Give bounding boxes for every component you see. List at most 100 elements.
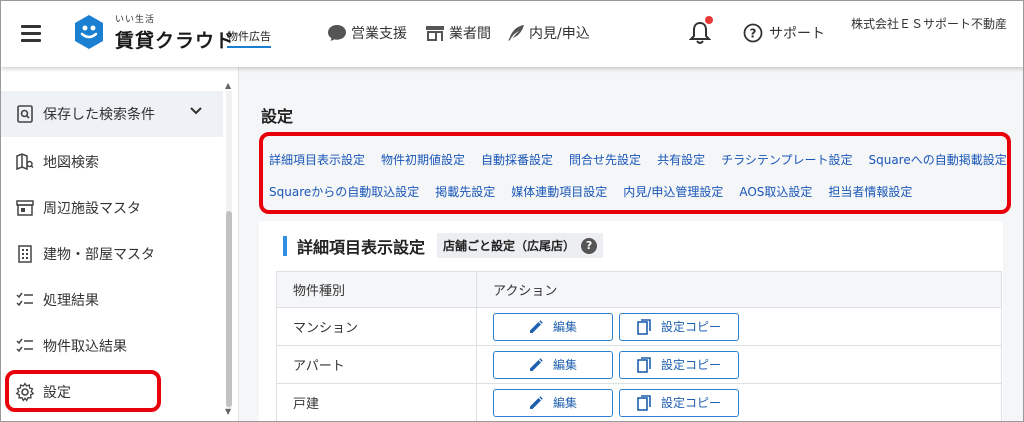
section-title: 詳細項目表示設定 (297, 237, 426, 257)
feather-pen-icon (508, 25, 524, 41)
link-square-auto-post[interactable]: Squareへの自動掲載設定 (868, 153, 1006, 167)
table-row: マンション 編集 設定コピー (276, 307, 1002, 346)
edit-label: 編集 (552, 358, 577, 372)
building-icon (15, 244, 35, 264)
link-listing-destination[interactable]: 掲載先設定 (435, 185, 495, 199)
link-media-sync-fields[interactable]: 媒体連動項目設定 (511, 185, 607, 199)
nav-label: 業者間 (449, 26, 491, 42)
help-circle-icon: ? (743, 23, 763, 43)
checklist-icon (15, 336, 35, 356)
nav-label: 内見/申込 (529, 26, 590, 42)
pencil-icon (529, 319, 543, 333)
copy-icon (637, 394, 651, 411)
chevron-down-icon[interactable] (189, 106, 203, 116)
sidebar-item-saved-search[interactable]: 保存した検索条件 (1, 91, 223, 137)
sidebar-item-process-results[interactable]: 処理結果 (1, 277, 223, 323)
sidebar-item-label: 保存した検索条件 (43, 107, 155, 123)
sidebar-scrollbar[interactable]: ▲ ▼ (223, 81, 235, 417)
logo-icon (75, 15, 103, 49)
property-type-table: 物件種別 アクション マンション 編集設定コピー アパート 編集設定コピー (276, 271, 1002, 421)
section-header: 詳細項目表示設定 店舗ごと設定（広尾店） ? (283, 233, 604, 258)
actions-cell: 編集 設定コピー (476, 383, 1002, 421)
app-window: いい生活 賃貸クラウド 物件広告 営業支援 業者間 内見/申込 ? サポート 株… (0, 0, 1024, 422)
hamburger-menu-icon[interactable] (21, 25, 41, 43)
sidebar-item-label: 地図検索 (43, 155, 99, 171)
pencil-icon (529, 357, 543, 371)
gear-icon (15, 382, 35, 402)
product-tag[interactable]: 物件広告 (227, 28, 271, 48)
edit-label: 編集 (552, 396, 577, 410)
facility-icon (15, 198, 35, 218)
sidebar-item-import-results[interactable]: 物件取込結果 (1, 323, 223, 369)
logo-subtitle: いい生活 (115, 15, 156, 25)
table-row: アパート 編集 設定コピー (276, 345, 1002, 384)
scroll-up-icon[interactable]: ▲ (225, 81, 231, 90)
detail-display-card: 詳細項目表示設定 店舗ごと設定（広尾店） ? 物件種別 アクション マンション … (259, 221, 1003, 421)
copy-label: 設定コピー (660, 396, 721, 410)
settings-links-row-2: Squareからの自動取込設定 掲載先設定 媒体連動項目設定 内見/申込管理設定 AOS… (269, 183, 928, 200)
sidebar-item-label: 建物・部屋マスタ (43, 247, 155, 263)
nav-b2b[interactable]: 業者間 (425, 23, 491, 43)
nav-label: 営業支援 (351, 26, 407, 42)
sidebar-item-building-master[interactable]: 建物・部屋マスタ (1, 231, 223, 277)
property-type-cell: アパート (276, 345, 477, 384)
copy-settings-button[interactable]: 設定コピー (619, 350, 739, 379)
edit-button[interactable]: 編集 (493, 350, 613, 379)
sidebar-item-map-search[interactable]: 地図検索 (1, 139, 223, 185)
property-type-cell: マンション (276, 307, 477, 346)
link-aos-import[interactable]: AOS取込設定 (739, 185, 812, 199)
logo-title[interactable]: 賃貸クラウド (115, 26, 235, 53)
pencil-icon (529, 395, 543, 409)
page-title: 設定 (261, 107, 294, 126)
link-detail-display[interactable]: 詳細項目表示設定 (269, 153, 365, 167)
saved-search-icon (15, 104, 35, 124)
copy-settings-button[interactable]: 設定コピー (619, 388, 739, 417)
nav-sales-support[interactable]: 営業支援 (327, 23, 407, 43)
store-badge: 店舗ごと設定（広尾店） ? (437, 233, 604, 258)
edit-button[interactable]: 編集 (493, 388, 613, 417)
main-content: 設定 詳細項目表示設定 物件初期値設定 自動採番設定 問合せ先設定 共有設定 チラシテンプ… (239, 67, 1023, 421)
actions-cell: 編集 設定コピー (476, 345, 1002, 384)
link-property-defaults[interactable]: 物件初期値設定 (381, 153, 465, 167)
property-type-cell: 戸建 (276, 383, 477, 421)
link-square-auto-import[interactable]: Squareからの自動取込設定 (269, 185, 419, 199)
section-accent-bar (283, 235, 287, 256)
link-flyer-template[interactable]: チラシテンプレート設定 (721, 153, 852, 167)
storefront-icon (426, 26, 444, 41)
scroll-down-icon[interactable]: ▼ (225, 407, 231, 416)
actions-cell: 編集 設定コピー (476, 307, 1002, 346)
sidebar-item-settings[interactable]: 設定 (1, 369, 223, 415)
link-sharing[interactable]: 共有設定 (657, 153, 705, 167)
sidebar-item-label: 処理結果 (43, 293, 99, 309)
link-viewing-application-mgmt[interactable]: 内見/申込管理設定 (623, 185, 723, 199)
sidebar: 保存した検索条件 地図検索 周辺施設マスタ 建物・部屋マスタ 処理結果 物件取込… (1, 67, 239, 421)
sidebar-item-label: 設定 (43, 385, 71, 401)
copy-label: 設定コピー (660, 320, 721, 334)
link-inquiry-contact[interactable]: 問合せ先設定 (569, 153, 641, 167)
table-header-row: 物件種別 アクション (276, 271, 1002, 308)
sidebar-item-label: 物件取込結果 (43, 339, 127, 355)
copy-icon (637, 318, 651, 335)
copy-label: 設定コピー (660, 358, 721, 372)
copy-settings-button[interactable]: 設定コピー (619, 312, 739, 341)
column-header: アクション (476, 271, 1002, 308)
edit-label: 編集 (552, 320, 577, 334)
notification-dot (705, 16, 713, 24)
nav-viewing-application[interactable]: 内見/申込 (507, 23, 590, 43)
support-label: サポート (769, 26, 825, 42)
support-button[interactable]: ? サポート (743, 23, 825, 43)
link-auto-numbering[interactable]: 自動採番設定 (481, 153, 553, 167)
copy-icon (637, 356, 651, 373)
store-badge-label: 店舗ごと設定（広尾店） (443, 239, 576, 253)
column-header: 物件種別 (276, 271, 477, 308)
checklist-icon (15, 290, 35, 310)
sidebar-item-facility-master[interactable]: 周辺施設マスタ (1, 185, 223, 231)
edit-button[interactable]: 編集 (493, 312, 613, 341)
link-staff-info[interactable]: 担当者情報設定 (828, 185, 912, 199)
top-header: いい生活 賃貸クラウド 物件広告 営業支援 業者間 内見/申込 ? サポート 株… (1, 1, 1023, 67)
map-search-icon (15, 152, 35, 172)
svg-text:?: ? (750, 27, 757, 41)
company-name[interactable]: 株式会社ＥＳサポート不動産 (851, 15, 1007, 32)
scroll-thumb[interactable] (226, 211, 232, 407)
help-icon[interactable]: ? (581, 237, 598, 254)
